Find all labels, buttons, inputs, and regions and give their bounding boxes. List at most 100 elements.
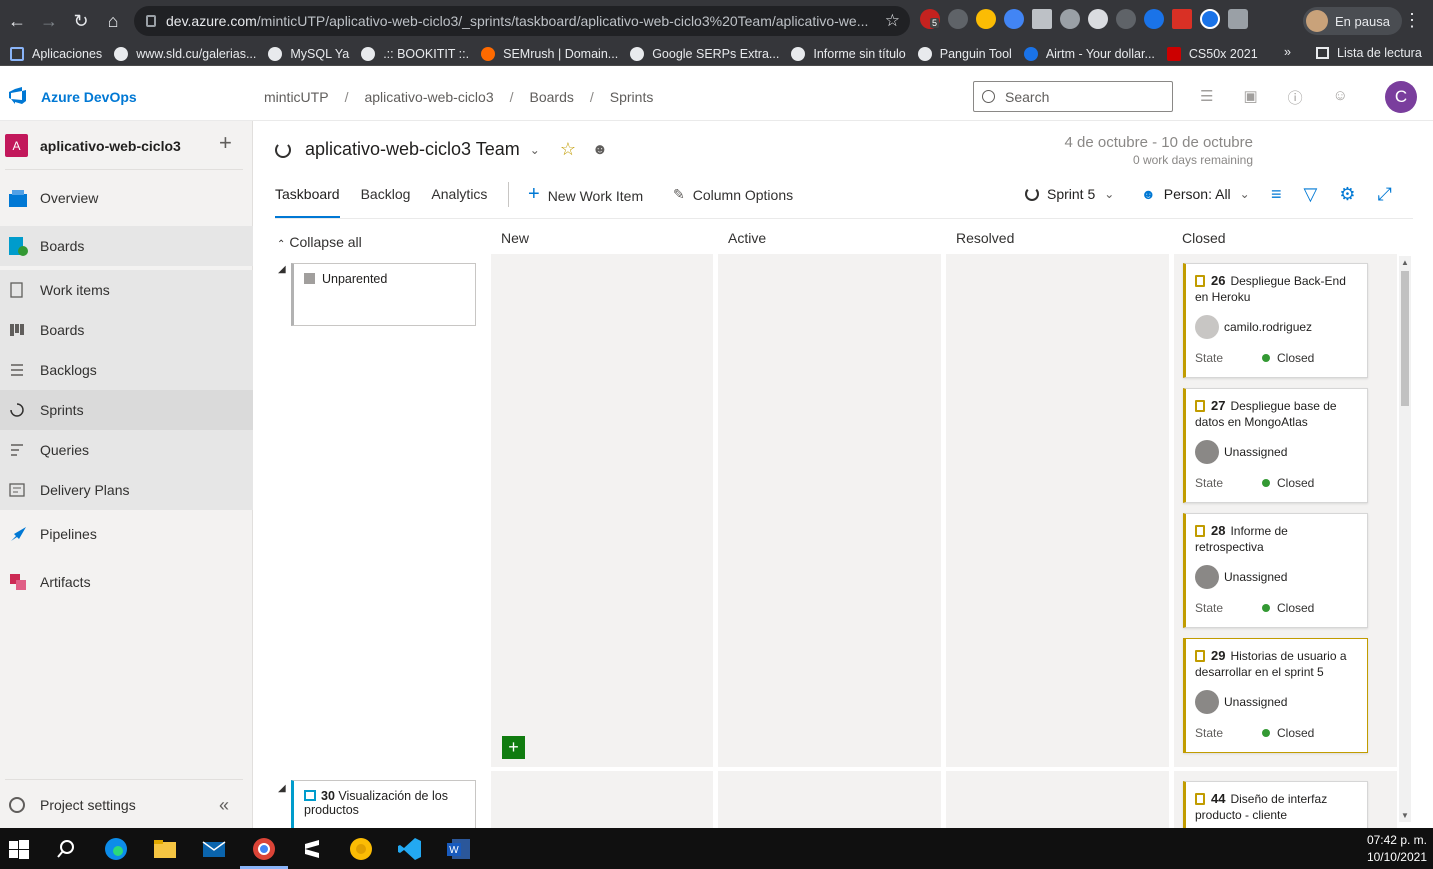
extension-icon[interactable] [1088, 9, 1108, 29]
nav-boards-sub[interactable]: Boards [0, 310, 253, 350]
file-explorer-icon[interactable] [152, 836, 178, 862]
bookmark-apps[interactable]: Aplicaciones [10, 46, 102, 61]
parent-card-unparented[interactable]: Unparented [291, 263, 476, 326]
cell-resolved[interactable] [946, 771, 1169, 828]
assignee[interactable]: Unassigned [1195, 565, 1357, 589]
extension-icon[interactable] [1004, 9, 1024, 29]
bookmark[interactable]: .:: BOOKITIT ::. [361, 46, 469, 61]
fullscreen-icon[interactable]: ⤢ [1378, 184, 1392, 205]
bookmark[interactable]: www.sld.cu/galerias... [114, 46, 256, 61]
new-work-item-button[interactable]: + New Work Item [528, 183, 643, 206]
windows-start-icon[interactable] [6, 836, 32, 862]
collapse-nav-icon[interactable]: « [219, 795, 229, 816]
assignee[interactable]: Unassigned [1195, 440, 1357, 464]
favorite-star-icon[interactable]: ☆ [560, 139, 576, 160]
breadcrumb-sprints[interactable]: Sprints [610, 89, 654, 105]
scrollbar-thumb[interactable] [1401, 271, 1409, 406]
product-name[interactable]: Azure DevOps [41, 89, 137, 105]
state-field[interactable]: State Closed [1195, 601, 1357, 615]
scroll-up-icon[interactable]: ▲ [1401, 258, 1409, 267]
app-icon[interactable] [348, 836, 374, 862]
bookmark[interactable]: Panguin Tool [917, 46, 1012, 61]
help-icon[interactable]: ⓘ [1288, 87, 1303, 108]
expand-row-icon[interactable]: ◢ [278, 783, 286, 794]
nav-pipelines[interactable]: Pipelines [0, 514, 253, 554]
back-icon[interactable]: ← [2, 6, 32, 36]
word-icon[interactable]: W [446, 836, 472, 862]
user-avatar[interactable]: C [1385, 81, 1417, 113]
extension-icon[interactable] [976, 9, 996, 29]
nav-work-items[interactable]: Work items [0, 270, 253, 310]
vscode-icon[interactable] [397, 836, 423, 862]
collapse-all-button[interactable]: ⌃ Collapse all [277, 234, 362, 250]
reading-list[interactable]: Lista de lectura [1316, 46, 1422, 60]
cell-new[interactable] [491, 771, 713, 828]
bookmark[interactable]: SEMrush | Domain... [481, 46, 618, 61]
bookmark[interactable]: Airtm - Your dollar... [1023, 46, 1155, 61]
extension-icon[interactable] [1060, 9, 1080, 29]
list-icon[interactable]: ☰ [1200, 87, 1213, 108]
tab-analytics[interactable]: Analytics [431, 186, 487, 218]
edge-icon[interactable] [103, 836, 129, 862]
home-icon[interactable]: ⌂ [98, 6, 128, 36]
extension-icon[interactable] [948, 9, 968, 29]
state-field[interactable]: State Closed [1195, 726, 1357, 740]
address-bar[interactable]: dev.azure.com/minticUTP/aplicativo-web-c… [134, 6, 910, 36]
nav-boards[interactable]: Boards [0, 226, 253, 266]
task-card[interactable]: 28 Informe de retrospectiva Unassigned St… [1183, 513, 1368, 628]
add-icon[interactable]: + [219, 130, 232, 156]
cell-resolved[interactable] [946, 254, 1169, 767]
nav-overview[interactable]: Overview [0, 178, 253, 218]
puzzle-icon[interactable] [1228, 9, 1248, 29]
search-input[interactable]: Search [973, 81, 1173, 112]
profile-button[interactable]: En pausa [1303, 7, 1402, 35]
expand-row-icon[interactable]: ◢ [278, 264, 286, 275]
extension-icon[interactable] [1032, 9, 1052, 29]
breadcrumb-boards[interactable]: Boards [530, 89, 574, 105]
nav-queries[interactable]: Queries [0, 430, 253, 470]
shopping-bag-icon[interactable]: ▣ [1243, 87, 1257, 108]
bookmark[interactable]: Google SERPs Extra... [630, 46, 779, 61]
cell-active[interactable] [718, 254, 941, 767]
azure-devops-logo-icon[interactable] [8, 86, 28, 106]
bookmark[interactable]: MySQL Ya [268, 46, 349, 61]
nav-sprints[interactable]: Sprints [0, 390, 253, 430]
nav-artifacts[interactable]: Artifacts [0, 562, 253, 602]
board-scrollbar[interactable]: ▲ ▼ [1399, 256, 1411, 822]
reload-icon[interactable]: ↻ [66, 6, 96, 36]
team-name[interactable]: aplicativo-web-ciclo3 Team [305, 139, 520, 160]
breadcrumb-org[interactable]: minticUTP [264, 89, 329, 105]
extension-icon[interactable] [1200, 9, 1220, 29]
person-filter[interactable]: ☻ Person: All ⌄ [1141, 186, 1250, 202]
nav-delivery-plans[interactable]: Delivery Plans [0, 470, 253, 510]
chevron-down-icon[interactable]: ⌄ [530, 143, 540, 157]
parent-card-story[interactable]: 30 Visualización de los productos [291, 780, 476, 830]
task-card[interactable]: 26 Despliegue Back-End en Heroku camilo.r… [1183, 263, 1368, 378]
system-clock[interactable]: 07:42 p. m. 10/10/2021 [1367, 832, 1427, 866]
task-card[interactable]: 44 Diseño de interfaz producto - cliente [1183, 781, 1368, 828]
task-card[interactable]: 29 Historias de usuario a desarrollar en … [1183, 638, 1368, 753]
bookmark[interactable]: Informe sin título [791, 46, 906, 61]
assignee[interactable]: Unassigned [1195, 690, 1357, 714]
state-field[interactable]: State Closed [1195, 476, 1357, 490]
state-field[interactable]: State Closed [1195, 351, 1357, 365]
assignee[interactable]: camilo.rodriguez [1195, 315, 1357, 339]
task-card[interactable]: 27 Despliegue base de datos en MongoAtlas… [1183, 388, 1368, 503]
add-task-button[interactable]: + [502, 736, 525, 759]
nav-backlogs[interactable]: Backlogs [0, 350, 253, 390]
extension-icon[interactable] [1144, 9, 1164, 29]
extension-icon[interactable]: 5 [920, 9, 940, 29]
sublime-icon[interactable] [299, 836, 325, 862]
gear-icon[interactable]: ⚙ [1339, 184, 1355, 205]
team-members-icon[interactable]: ☻ [592, 141, 608, 158]
tab-backlog[interactable]: Backlog [361, 186, 411, 218]
extension-icon[interactable] [1116, 9, 1136, 29]
project-settings[interactable]: Project settings « [0, 785, 253, 825]
user-settings-icon[interactable]: ☺ [1333, 87, 1348, 108]
cell-new[interactable] [491, 254, 713, 767]
more-bookmarks-icon[interactable]: » [1284, 45, 1291, 59]
sliders-icon[interactable]: ≡ [1271, 184, 1282, 205]
column-options-button[interactable]: ✎ Column Options [673, 186, 793, 203]
sprint-picker[interactable]: Sprint 5 ⌄ [1025, 186, 1114, 202]
tab-taskboard[interactable]: Taskboard [275, 186, 340, 218]
